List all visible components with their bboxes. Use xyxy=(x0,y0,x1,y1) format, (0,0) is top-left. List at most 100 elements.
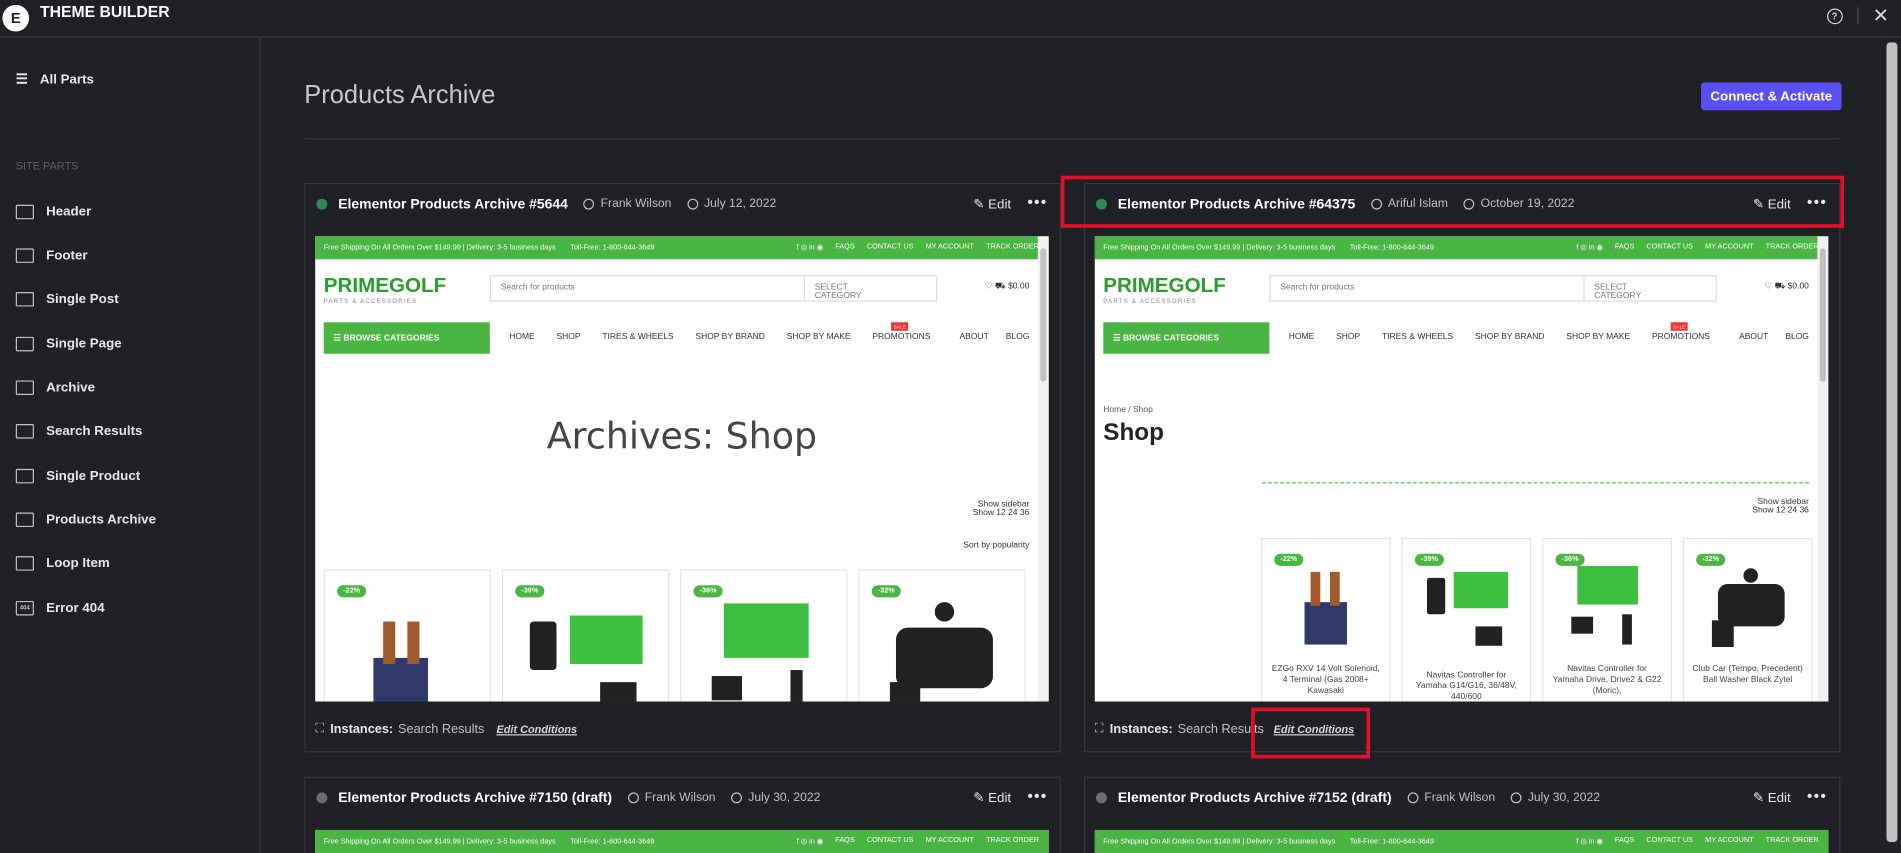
preview-scrollbar[interactable] xyxy=(1817,236,1829,702)
top-link: MY ACCOUNT xyxy=(1705,837,1754,845)
browse-label: BROWSE CATEGORIES xyxy=(1122,334,1220,343)
date-text: July 12, 2022 xyxy=(704,197,777,211)
top-link: CONTACT US xyxy=(1646,837,1694,845)
discount-badge: -22% xyxy=(337,585,367,598)
single-product-icon xyxy=(15,468,34,484)
page-title: Products Archive xyxy=(304,81,496,110)
top-link: FAQS xyxy=(1614,243,1635,251)
divider xyxy=(1856,7,1859,25)
header-icon xyxy=(15,204,34,220)
show-sidebar: Show sidebar Show 12 24 36 xyxy=(1752,498,1809,515)
top-link: FAQS xyxy=(1614,837,1635,845)
sidebar-item-search-results[interactable]: Search Results xyxy=(15,424,142,439)
template-card: Elementor Products Archive #7152 (draft)… xyxy=(1083,776,1841,853)
archive-title: Archives: Shop xyxy=(546,415,818,458)
product-card: -36% Navitas Controller for Yamaha Drive,… xyxy=(1542,537,1672,702)
status-dot xyxy=(316,198,328,210)
more-icon[interactable]: ••• xyxy=(1807,786,1827,804)
author: Frank Wilson xyxy=(583,197,671,211)
connect-activate-button[interactable]: Connect & Activate xyxy=(1700,82,1842,111)
preview-topbar: Free Shipping On All Orders Over $149.99… xyxy=(1094,829,1829,853)
sidebar-item-products-archive[interactable]: Products Archive xyxy=(15,512,156,528)
template-preview[interactable]: Free Shipping On All Orders Over $149.99… xyxy=(315,236,1049,702)
shipping-text: Free Shipping On All Orders Over $149.99… xyxy=(323,244,556,252)
product-image xyxy=(706,597,822,702)
product-card: -39% xyxy=(501,569,670,702)
sidebar-item-label: All Parts xyxy=(39,72,94,87)
sidebar-item-label: Single Product xyxy=(46,468,141,484)
top-link: MY ACCOUNT xyxy=(925,243,974,251)
preview-nav: ☰ BROWSE CATEGORIES HOME SHOP TIRES & WHEE… xyxy=(315,322,1049,355)
divider xyxy=(1262,482,1809,484)
template-preview[interactable]: Free Shipping On All Orders Over $149.99… xyxy=(1094,236,1829,702)
edit-button[interactable]: ✎ Edit xyxy=(1753,790,1791,806)
edit-button[interactable]: ✎ Edit xyxy=(973,196,1011,212)
edit-button[interactable]: ✎ Edit xyxy=(973,790,1011,806)
social-icons: f ◎ in ◉ xyxy=(796,838,824,846)
product-image xyxy=(1568,565,1647,646)
edit-conditions-link[interactable]: Edit Conditions xyxy=(496,723,577,735)
breadcrumb: Home / Shop xyxy=(1103,405,1153,415)
search-input: Search for products SELECT CATEGORY xyxy=(489,275,938,302)
divider xyxy=(304,138,1840,140)
sidebar-item-single-product[interactable]: Single Product xyxy=(15,468,141,484)
nav-link: ABOUT xyxy=(1739,333,1769,342)
logo-subtext: PARTS & ACCESSORIES xyxy=(323,298,418,306)
search-results-icon xyxy=(15,424,34,439)
sidebar-item-error-404[interactable]: 404 Error 404 xyxy=(15,600,105,616)
sort-select: Sort by popularity xyxy=(963,541,1030,551)
sidebar-item-all-parts[interactable]: ☰ All Parts xyxy=(16,71,94,87)
phone-text: Toll-Free: 1-800-644-3649 xyxy=(570,244,655,252)
product-image xyxy=(884,597,1000,702)
template-card: Elementor Products Archive #64375 Ariful… xyxy=(1083,182,1841,753)
show-counts: Show 12 24 36 xyxy=(1752,506,1809,515)
top-link: CONTACT US xyxy=(866,837,914,845)
sidebar-item-header[interactable]: Header xyxy=(15,204,91,220)
pencil-icon: ✎ xyxy=(973,197,985,213)
more-icon[interactable]: ••• xyxy=(1027,193,1047,211)
template-card: Elementor Products Archive #5644 Frank W… xyxy=(304,182,1061,753)
product-name: Club Car (Tempo, Precedent) Ball Washer … xyxy=(1692,665,1803,685)
hierarchy-icon: ⛶ xyxy=(1094,720,1104,736)
question-icon[interactable]: ? xyxy=(1826,7,1843,24)
date-text: July 30, 2022 xyxy=(748,791,821,805)
discount-badge: -36% xyxy=(1555,553,1585,566)
sidebar-item-loop-item[interactable]: Loop Item xyxy=(15,556,110,571)
more-icon[interactable]: ••• xyxy=(1027,786,1047,804)
template-preview[interactable]: Free Shipping On All Orders Over $149.99… xyxy=(315,829,1049,853)
top-link: CONTACT US xyxy=(1646,243,1694,251)
nav-link: HOME xyxy=(509,333,535,342)
author-name: Frank Wilson xyxy=(1424,791,1496,805)
discount-badge: -32% xyxy=(1696,553,1726,566)
product-name: Navitas Controller for Yamaha G14/G16, 3… xyxy=(1415,671,1517,702)
page-scrollbar[interactable] xyxy=(1882,37,1901,853)
elementor-logo: E xyxy=(2,4,30,32)
discount-badge: -39% xyxy=(515,585,545,598)
close-icon[interactable]: ✕ xyxy=(1873,4,1889,28)
template-card: Elementor Products Archive #7150 (draft)… xyxy=(304,776,1061,853)
phone-text: Toll-Free: 1-800-644-3649 xyxy=(1349,244,1434,252)
primegolf-logo: PRIMEGOLF PARTS & ACCESSORIES xyxy=(1103,274,1226,306)
product-name: Navitas Controller for Yamaha Drive, Dri… xyxy=(1552,665,1662,696)
sidebar-item-label: Archive xyxy=(46,380,96,395)
edit-label: Edit xyxy=(988,197,1012,213)
sidebar-item-single-post[interactable]: Single Post xyxy=(15,291,119,307)
nav-link: SHOP xyxy=(1336,333,1361,342)
nav-link: TIRES & WHEELS xyxy=(1381,333,1454,342)
nav-link: PROMOTIONS xyxy=(872,333,931,342)
product-card: -39% Navitas Controller for Yamaha G14/G1… xyxy=(1401,537,1532,702)
sidebar-item-footer[interactable]: Footer xyxy=(15,248,88,263)
discount-badge: -39% xyxy=(1414,553,1444,566)
products-archive-icon xyxy=(15,512,34,528)
user-icon xyxy=(627,792,639,804)
sidebar-item-archive[interactable]: Archive xyxy=(15,380,96,395)
pencil-icon: ✎ xyxy=(1752,791,1765,806)
sidebar-item-single-page[interactable]: Single Page xyxy=(15,336,122,352)
edit-label: Edit xyxy=(988,791,1012,806)
browse-categories: ☰ BROWSE CATEGORIES xyxy=(1103,322,1270,354)
nav-link: SHOP BY MAKE xyxy=(1566,333,1631,342)
template-preview[interactable]: Free Shipping On All Orders Over $149.99… xyxy=(1094,829,1829,853)
preview-scrollbar[interactable] xyxy=(1037,236,1049,702)
phone-text: Toll-Free: 1-800-644-3649 xyxy=(1349,837,1434,846)
product-card: -32% xyxy=(858,569,1026,702)
